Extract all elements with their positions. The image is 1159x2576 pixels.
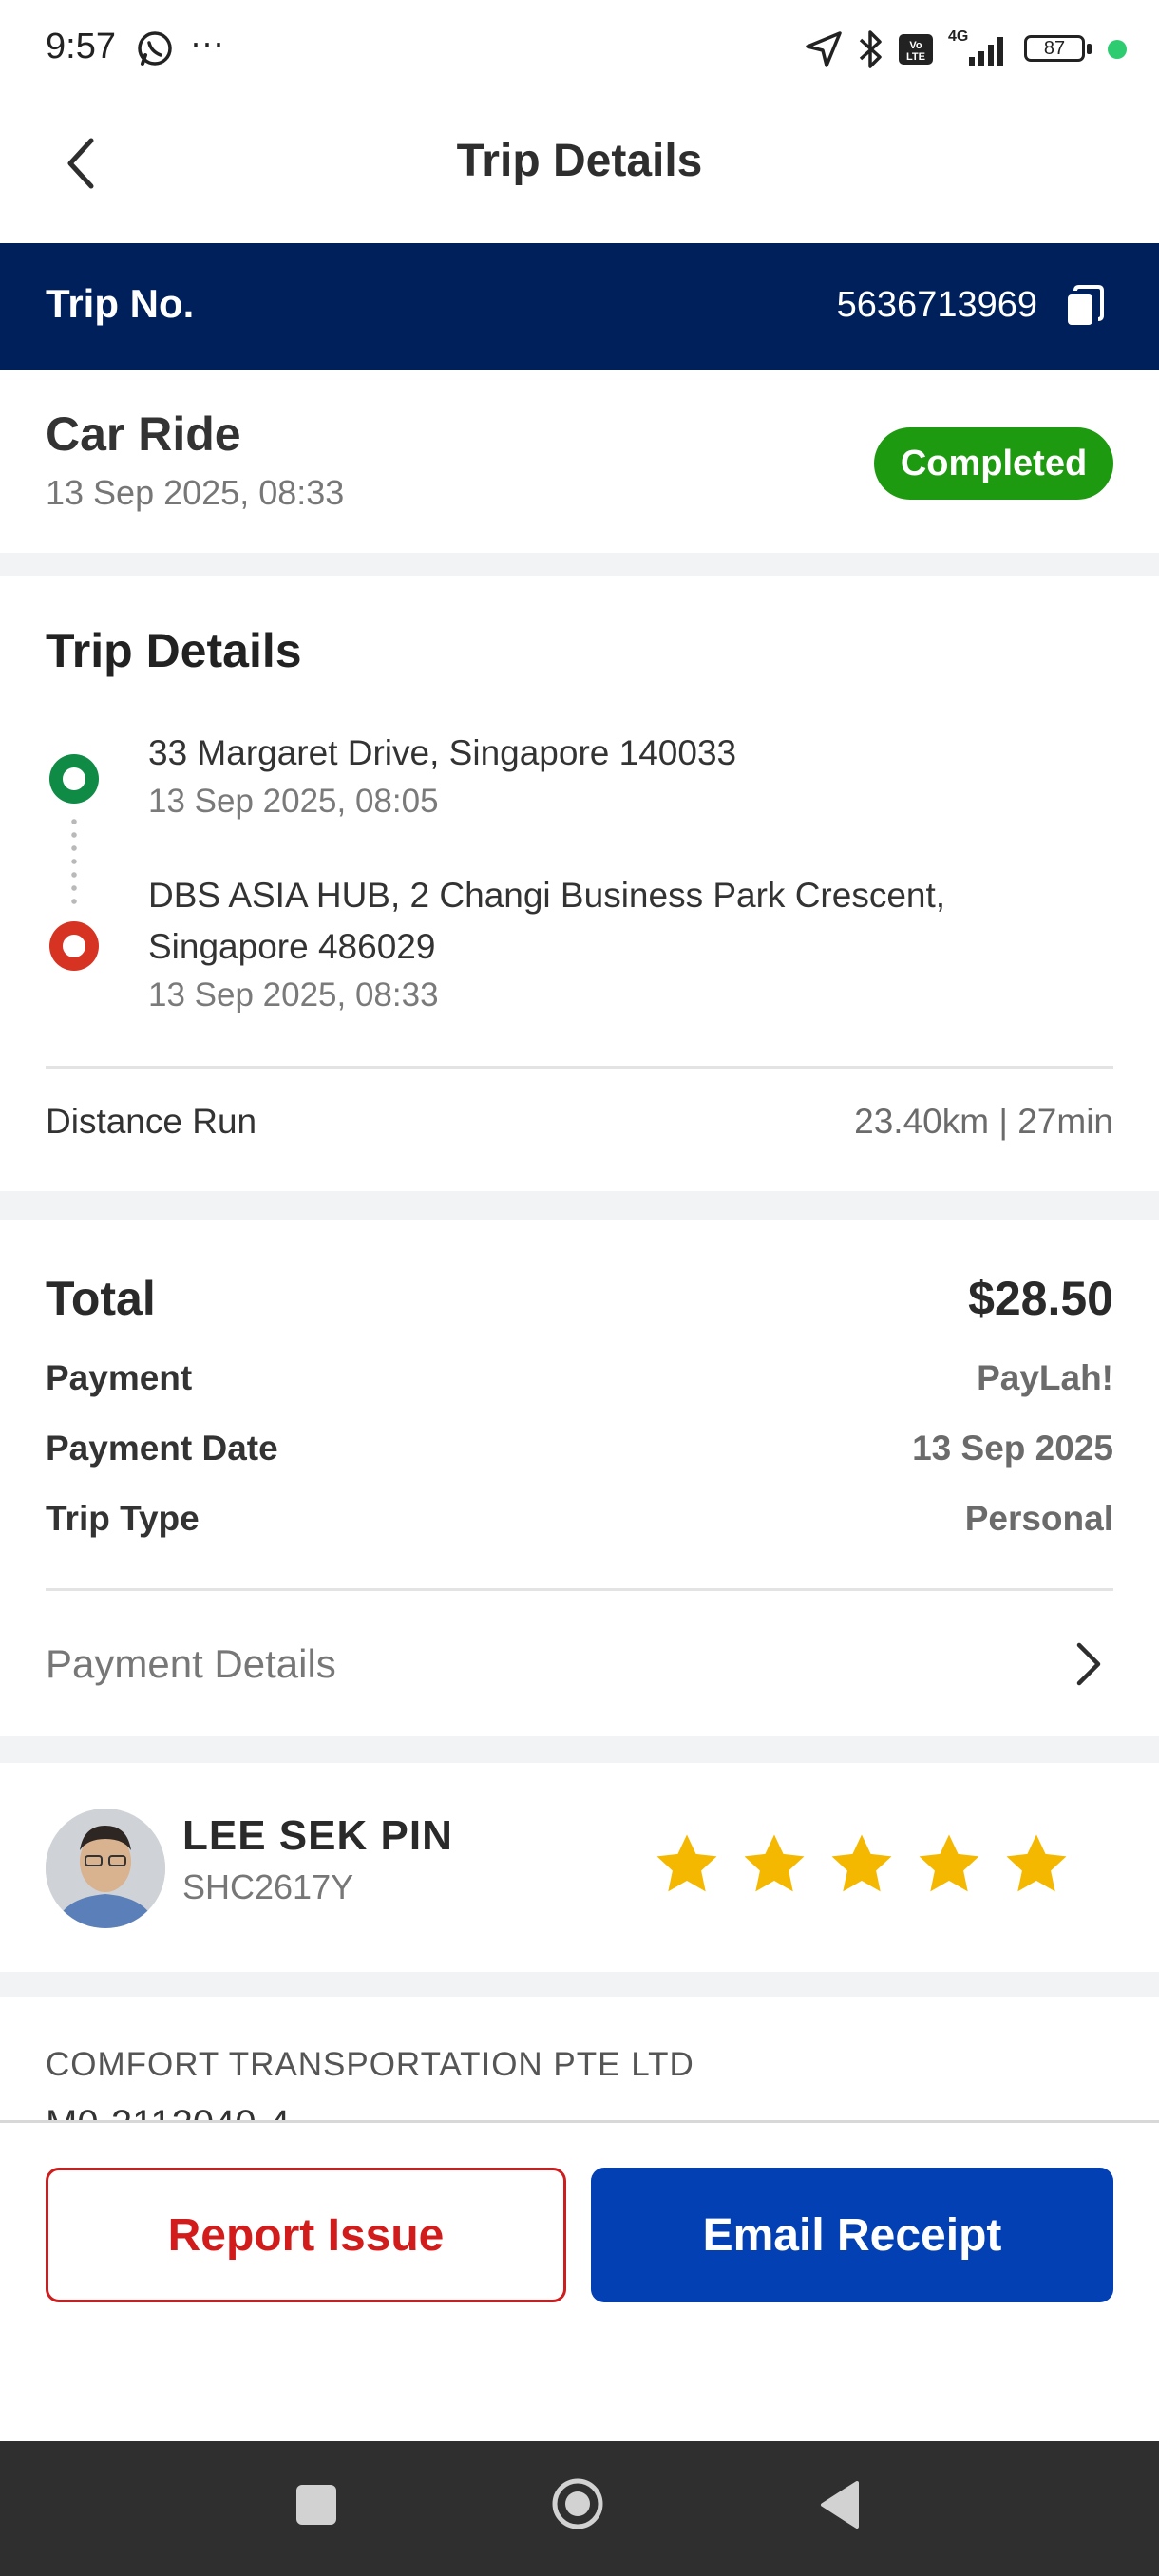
section-divider [0, 1736, 1159, 1763]
driver-avatar [46, 1809, 165, 1928]
battery-level: 87 [1043, 38, 1066, 59]
divider [46, 1066, 1113, 1069]
trip-number-label: Trip No. [46, 281, 195, 326]
total-value: $28.50 [968, 1272, 1113, 1325]
copy-button[interactable] [1064, 285, 1104, 329]
company-name: COMFORT TRANSPORTATION PTE LTD [46, 2046, 694, 2083]
whatsapp-icon [135, 28, 175, 73]
star-icon [1006, 1834, 1067, 1892]
more-notifications-icon: ··· [190, 23, 224, 62]
volte-icon: VoLTE [899, 34, 933, 65]
route-dots [71, 815, 77, 910]
section-divider [0, 1972, 1159, 1997]
copy-icon [1068, 285, 1104, 325]
page-title: Trip Details [456, 136, 703, 186]
driver-rating [652, 1829, 1072, 1900]
payment-details-link[interactable]: Payment Details [46, 1641, 336, 1687]
divider [46, 1588, 1113, 1591]
driver-name: LEE SEK PIN [182, 1812, 453, 1859]
pickup-pin-icon [49, 754, 99, 804]
dropoff-address-line2: Singapore 486029 [148, 927, 436, 966]
battery-icon: 87 [1024, 33, 1094, 66]
status-time: 9:57 [46, 27, 116, 66]
trip-type-label: Trip Type [46, 1499, 200, 1538]
svg-text:LTE: LTE [906, 51, 925, 63]
location-arrow-icon [806, 31, 842, 67]
system-back-button[interactable] [817, 2479, 863, 2530]
section-divider [0, 553, 1159, 576]
star-icon [831, 1834, 892, 1892]
star-icon [656, 1834, 717, 1892]
bluetooth-icon [859, 30, 882, 68]
star-icon [744, 1834, 805, 1892]
triangle-back-icon [821, 2481, 859, 2529]
home-circle-icon [552, 2478, 603, 2529]
trip-details-heading: Trip Details [46, 624, 302, 677]
trip-type-value: Personal [964, 1499, 1113, 1538]
status-bar: 9:57 ··· Vo LTE 4G 87 [0, 0, 1159, 95]
trip-number-value: 5636713969 [836, 285, 1037, 325]
status-icons: Vo LTE 4G 87 [804, 23, 1127, 76]
dropoff-datetime: 13 Sep 2025, 08:33 [148, 976, 439, 1013]
distance-label: Distance Run [46, 1102, 257, 1141]
payment-value: PayLah! [977, 1358, 1113, 1397]
ride-datetime: 13 Sep 2025, 08:33 [46, 473, 345, 512]
section-divider [0, 1191, 1159, 1220]
signal-icon: 4G [948, 28, 1011, 70]
dropoff-pin-icon [49, 921, 99, 971]
email-receipt-button[interactable]: Email Receipt [591, 2168, 1113, 2302]
pickup-datetime: 13 Sep 2025, 08:05 [148, 783, 439, 820]
svg-text:Vo: Vo [909, 40, 922, 51]
payment-label: Payment [46, 1358, 193, 1397]
total-label: Total [46, 1272, 156, 1325]
pickup-address: 33 Margaret Drive, Singapore 140033 [148, 733, 737, 772]
ride-type: Car Ride [46, 407, 241, 461]
payment-date-value: 13 Sep 2025 [912, 1429, 1113, 1468]
distance-value: 23.40km | 27min [854, 1102, 1113, 1141]
report-issue-button[interactable]: Report Issue [46, 2168, 566, 2302]
green-dot-icon [1108, 40, 1127, 59]
payment-date-label: Payment Date [46, 1429, 278, 1468]
dropoff-address-line1: DBS ASIA HUB, 2 Changi Business Park Cre… [148, 876, 946, 915]
vehicle-plate: SHC2617Y [182, 1867, 354, 1906]
star-icon [919, 1834, 979, 1892]
chevron-right-icon[interactable] [1072, 1638, 1106, 1691]
recents-button[interactable] [296, 2485, 336, 2525]
status-badge: Completed [874, 427, 1113, 500]
home-button[interactable] [551, 2477, 604, 2530]
